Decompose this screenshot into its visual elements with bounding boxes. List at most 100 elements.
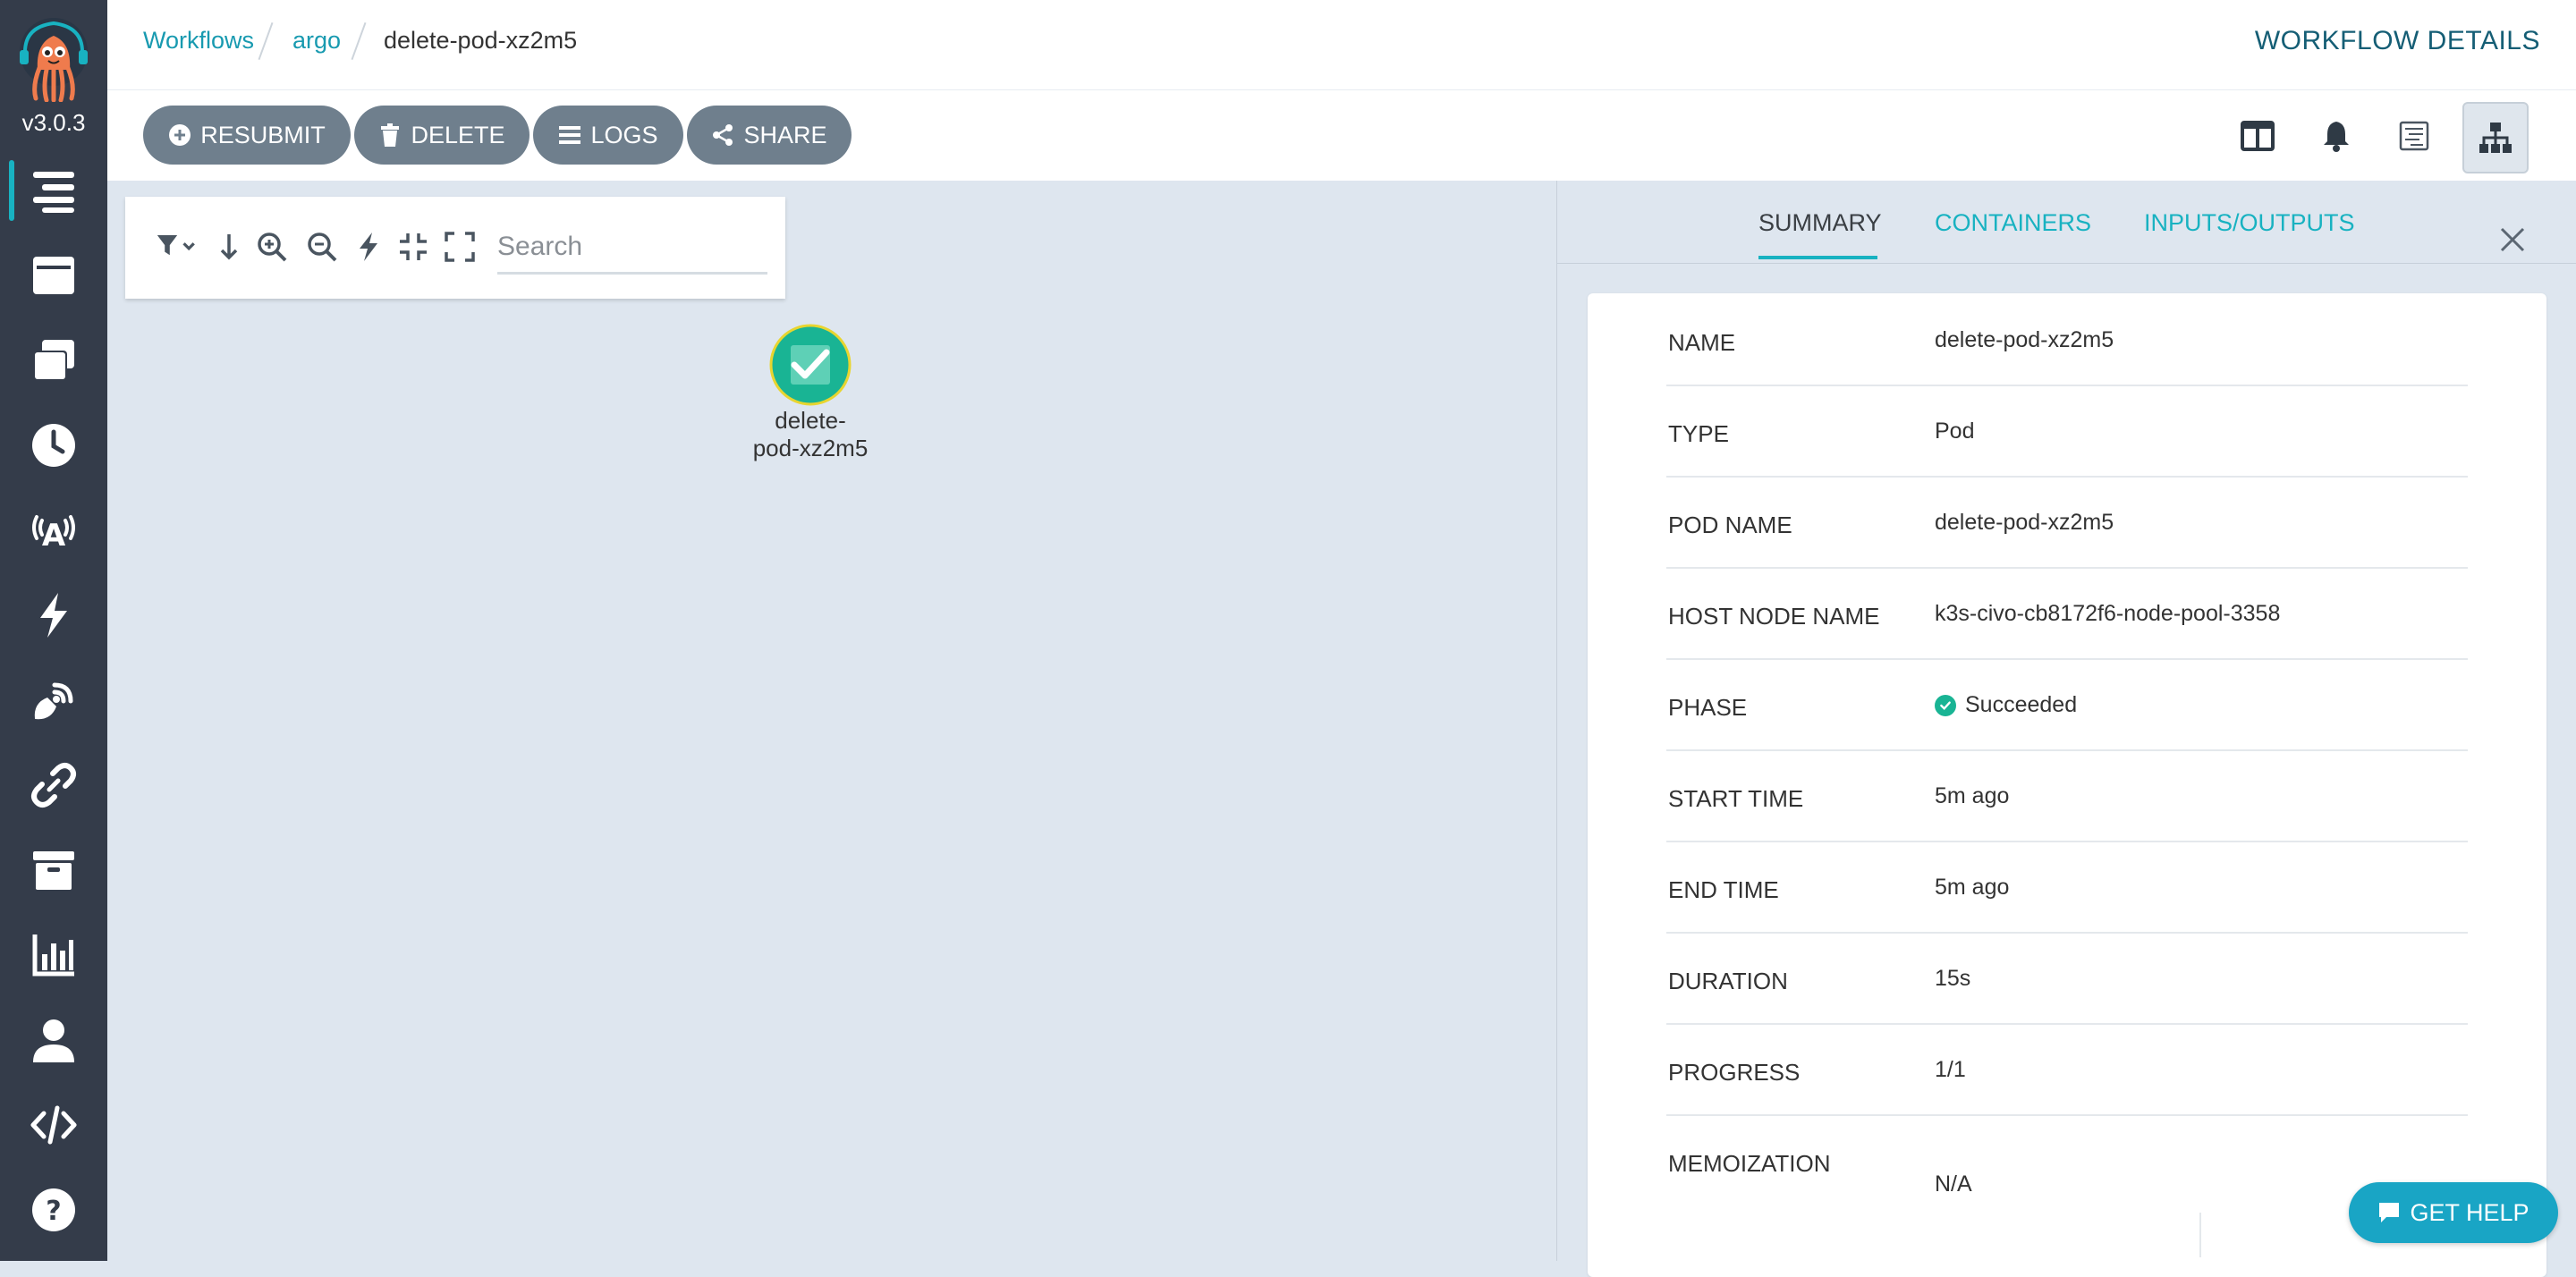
nav-archived-workflows[interactable] bbox=[0, 834, 107, 906]
bolt-icon bbox=[360, 233, 377, 261]
cluster-workflow-templates-icon bbox=[33, 340, 74, 381]
get-help-button[interactable]: GET HELP bbox=[2349, 1182, 2558, 1243]
direction-button[interactable] bbox=[211, 229, 247, 265]
node-label-line: pod-xz2m5 bbox=[752, 435, 869, 461]
node-label-line: delete- bbox=[775, 407, 846, 434]
share-label: SHARE bbox=[743, 121, 827, 148]
row-value: k3s-civo-cb8172f6-node-pool-3358 bbox=[1935, 601, 2281, 626]
row-key: PROGRESS bbox=[1668, 1059, 1801, 1086]
svg-text:?: ? bbox=[46, 1196, 61, 1227]
phase-value: Succeeded bbox=[1935, 692, 2077, 718]
details-tabs: SUMMARY CONTAINERS INPUTS/OUTPUTS bbox=[1557, 181, 2576, 264]
header-bar: Workflows argo delete-pod-xz2m5 WORKFLOW… bbox=[107, 0, 2576, 90]
summary-row-start-time: START TIME 5m ago bbox=[1666, 749, 2468, 842]
breadcrumb-namespace[interactable]: argo bbox=[292, 27, 341, 55]
tab-inputs-outputs[interactable]: INPUTS/OUTPUTS bbox=[2144, 209, 2355, 237]
row-key: PHASE bbox=[1668, 694, 1748, 721]
zoom-out-button[interactable] bbox=[304, 229, 340, 265]
graph-toolbar bbox=[125, 197, 785, 299]
summary-row-pod-name: POD NAME delete-pod-xz2m5 bbox=[1666, 476, 2468, 569]
compress-icon bbox=[400, 233, 427, 260]
zoom-in-button[interactable] bbox=[254, 229, 290, 265]
summary-row-duration: DURATION 15s bbox=[1666, 932, 2468, 1025]
nav-cluster-workflow-templates[interactable] bbox=[0, 325, 107, 396]
filter-icon bbox=[157, 235, 195, 256]
comment-icon bbox=[2379, 1203, 2400, 1222]
active-tab-indicator bbox=[1758, 256, 1877, 259]
zoom-out-icon bbox=[308, 233, 337, 262]
links-icon bbox=[31, 763, 76, 808]
breadcrumb-workflows[interactable]: Workflows bbox=[143, 27, 254, 55]
nav-workflow-templates[interactable] bbox=[0, 240, 107, 311]
nav-workflows[interactable] bbox=[0, 155, 107, 226]
filter-button[interactable] bbox=[154, 229, 204, 265]
split-view-icon bbox=[2241, 121, 2275, 151]
row-key: MEMOIZATION bbox=[1668, 1150, 1831, 1177]
get-help-label: GET HELP bbox=[2410, 1198, 2529, 1226]
nav-api-docs[interactable] bbox=[0, 1089, 107, 1161]
event-flow-icon bbox=[34, 682, 73, 720]
phase-text: Succeeded bbox=[1965, 692, 2078, 717]
summary-row-end-time: END TIME 5m ago bbox=[1666, 841, 2468, 934]
event-sources-icon: A bbox=[32, 515, 75, 554]
share-icon bbox=[713, 124, 733, 146]
svg-text:A: A bbox=[42, 518, 66, 554]
expand-button[interactable] bbox=[442, 229, 478, 265]
row-key: END TIME bbox=[1668, 876, 1779, 903]
summary-row-name: NAME delete-pod-xz2m5 bbox=[1666, 293, 2468, 386]
row-value: 5m ago bbox=[1935, 783, 2010, 808]
nav-cron-workflows[interactable] bbox=[0, 410, 107, 481]
close-icon[interactable] bbox=[2496, 224, 2529, 256]
events-button[interactable] bbox=[2310, 110, 2362, 162]
tab-summary[interactable]: SUMMARY bbox=[1758, 209, 1882, 237]
delete-button[interactable]: DELETE bbox=[354, 106, 530, 165]
version-label: v3.0.3 bbox=[21, 109, 86, 136]
page-title: WORKFLOW DETAILS bbox=[2254, 26, 2540, 55]
resubmit-button[interactable]: RESUBMIT bbox=[143, 106, 351, 165]
row-value: delete-pod-xz2m5 bbox=[1935, 327, 2114, 352]
graph-view-button[interactable] bbox=[2462, 102, 2529, 173]
summary-row-host-node: HOST NODE NAME k3s-civo-cb8172f6-node-po… bbox=[1666, 567, 2468, 660]
row-key: START TIME bbox=[1668, 785, 1804, 812]
node-details-panel: SUMMARY CONTAINERS INPUTS/OUTPUTS NAME d… bbox=[1556, 181, 2576, 1277]
nav-event-sources[interactable]: A bbox=[0, 495, 107, 566]
tab-containers[interactable]: CONTAINERS bbox=[1935, 209, 2091, 237]
breadcrumb-separator bbox=[351, 21, 367, 61]
success-icon bbox=[1935, 694, 1956, 716]
nav-user-info[interactable] bbox=[0, 1004, 107, 1076]
nav-event-flow[interactable] bbox=[0, 664, 107, 736]
argo-logo[interactable] bbox=[16, 16, 91, 102]
nav-sensors[interactable] bbox=[0, 579, 107, 651]
cron-workflows-icon bbox=[32, 424, 75, 467]
row-key: POD NAME bbox=[1668, 512, 1792, 538]
workflows-icon bbox=[33, 172, 74, 213]
row-key: TYPE bbox=[1668, 420, 1729, 447]
row-value: Pod bbox=[1935, 419, 1975, 444]
reports-icon bbox=[32, 934, 74, 977]
nav-help[interactable]: ? bbox=[0, 1174, 107, 1246]
logs-button[interactable]: LOGS bbox=[533, 106, 683, 165]
fast-render-button[interactable] bbox=[351, 229, 386, 265]
share-button[interactable]: SHARE bbox=[687, 106, 852, 165]
archived-workflows-icon bbox=[33, 851, 74, 890]
summary-row-memoization: MEMOIZATION N/A bbox=[1666, 1114, 2468, 1205]
workflow-graph[interactable]: delete- pod-xz2m5 bbox=[107, 181, 1556, 1261]
graph-search-input[interactable] bbox=[497, 222, 767, 275]
row-value: 15s bbox=[1935, 966, 1971, 991]
trash-icon bbox=[381, 123, 400, 147]
node-label: delete- pod-xz2m5 bbox=[733, 407, 887, 462]
plus-circle-icon bbox=[169, 124, 191, 146]
bell-icon bbox=[2324, 122, 2349, 152]
sensors-icon bbox=[40, 593, 67, 638]
workflow-node[interactable] bbox=[769, 324, 852, 406]
row-value: 5m ago bbox=[1935, 875, 2010, 900]
nav-links[interactable] bbox=[0, 749, 107, 821]
list-icon bbox=[559, 126, 581, 144]
row-value: N/A bbox=[1935, 1171, 1972, 1197]
arrow-down-icon bbox=[220, 234, 238, 260]
expand-icon bbox=[445, 232, 475, 262]
timeline-button[interactable] bbox=[2388, 110, 2440, 162]
split-view-button[interactable] bbox=[2232, 110, 2284, 162]
nav-reports[interactable] bbox=[0, 919, 107, 991]
collapse-button[interactable] bbox=[395, 229, 431, 265]
